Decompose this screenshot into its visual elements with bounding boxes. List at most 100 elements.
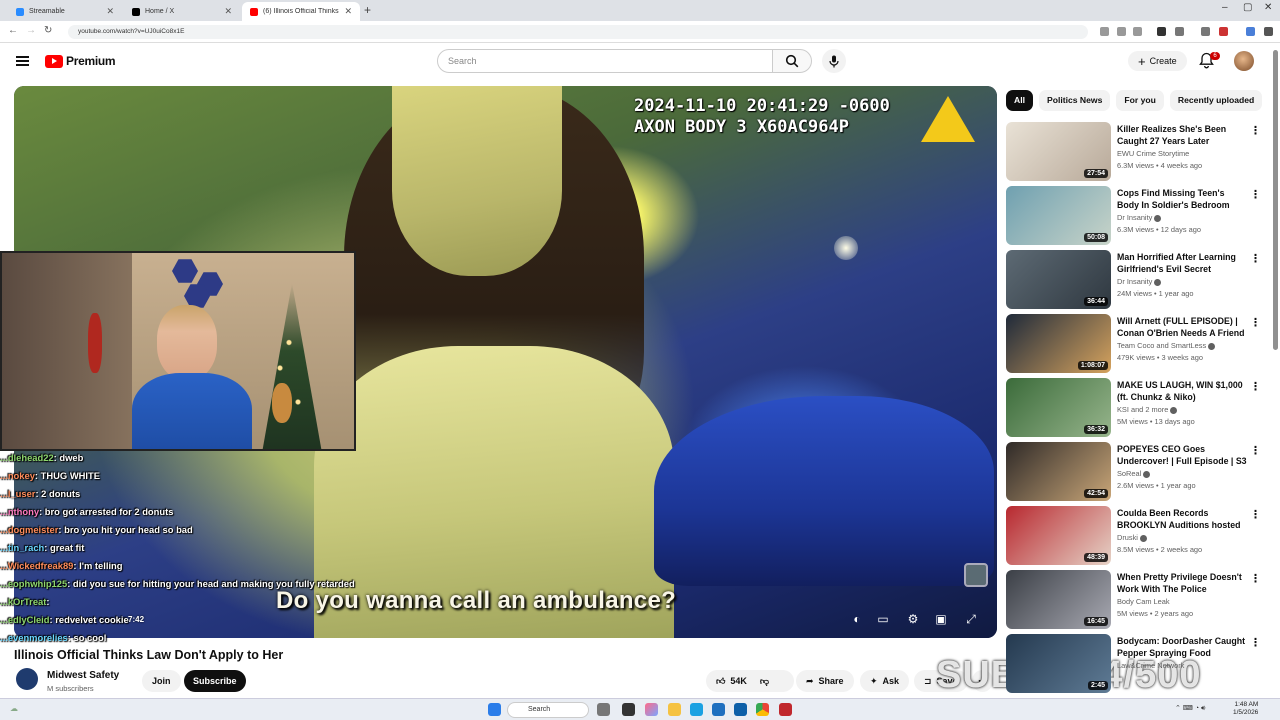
tab-x-home[interactable]: Home / X ✕: [124, 2, 240, 21]
reload-icon[interactable]: ↻: [44, 25, 52, 36]
edge-icon[interactable]: [690, 703, 703, 716]
chat-username[interactable]: ...nokey: [0, 470, 35, 481]
more-options-icon[interactable]: ⋮: [1250, 124, 1261, 137]
video-thumbnail[interactable]: 48:39: [1006, 506, 1111, 565]
recommended-video[interactable]: 1:08:07 Will Arnett (FULL EPISODE) | Cona…: [1006, 314, 1268, 374]
more-options-icon[interactable]: ⋮: [1250, 636, 1261, 649]
tab-youtube-video[interactable]: (6) Illinois Official Thinks La... ✕: [242, 2, 360, 21]
hamburger-menu-icon[interactable]: [16, 56, 29, 66]
system-tray-icons[interactable]: ⌃ ⌨ ◔ 🔊︎: [1175, 704, 1205, 713]
minimize-icon[interactable]: –: [1222, 2, 1228, 13]
puzzle-icon[interactable]: [1175, 27, 1184, 36]
chrome-account-icon[interactable]: [1246, 27, 1255, 36]
recommended-channel[interactable]: Dr Insanity: [1117, 277, 1162, 286]
search-button[interactable]: [772, 49, 812, 73]
recommended-video[interactable]: 50:08 Cops Find Missing Teen's Body In So…: [1006, 186, 1268, 246]
page-scrollbar[interactable]: [1273, 50, 1278, 350]
chat-username[interactable]: ...edlyCleid: [0, 614, 50, 625]
channel-name[interactable]: Midwest Safety: [47, 670, 119, 681]
menu-dots-icon[interactable]: [1264, 27, 1273, 36]
video-thumbnail[interactable]: 1:08:07: [1006, 314, 1111, 373]
store-icon[interactable]: [712, 703, 725, 716]
voice-search-button[interactable]: [822, 49, 846, 73]
close-icon[interactable]: ✕: [106, 6, 114, 17]
recommended-video-title[interactable]: Coulda Been Records BROOKLYN Auditions h…: [1117, 507, 1247, 531]
video-thumbnail[interactable]: 16:45: [1006, 570, 1111, 629]
more-options-icon[interactable]: ⋮: [1250, 508, 1261, 521]
video-thumbnail[interactable]: 50:08: [1006, 186, 1111, 245]
filter-chip[interactable]: Recently uploaded: [1169, 90, 1263, 111]
chrome-icon[interactable]: [756, 703, 769, 716]
chat-username[interactable]: ...evenmorelies: [0, 632, 68, 643]
recommended-video[interactable]: 42:54 POPEYES CEO Goes Undercover! | Full…: [1006, 442, 1268, 502]
taskbar-search[interactable]: Search: [507, 702, 589, 718]
recommended-channel[interactable]: Body Cam Leak: [1117, 597, 1170, 606]
forward-icon[interactable]: →: [26, 25, 36, 36]
video-thumbnail[interactable]: 36:44: [1006, 250, 1111, 309]
autoplay-toggle-icon[interactable]: ◐: [847, 612, 867, 626]
maximize-icon[interactable]: ▢: [1243, 2, 1252, 13]
chat-username[interactable]: ...kOrTreat: [0, 596, 46, 607]
app-icon[interactable]: [779, 703, 792, 716]
close-icon[interactable]: ✕: [344, 6, 352, 17]
recommended-channel[interactable]: SoReal: [1117, 469, 1151, 478]
recommended-video-title[interactable]: Bodycam: DoorDasher Caught Pepper Sprayi…: [1117, 635, 1247, 659]
youtube-premium-logo[interactable]: Premium: [45, 54, 116, 68]
thumbs-up-icon[interactable]: 👍︎: [716, 670, 725, 692]
recommended-video-title[interactable]: Man Horrified After Learning Girlfriend'…: [1117, 251, 1247, 275]
recommended-video[interactable]: 27:54 Killer Realizes She's Been Caught 2…: [1006, 122, 1268, 182]
recommended-video-title[interactable]: POPEYES CEO Goes Undercover! | Full Epis…: [1117, 443, 1247, 467]
video-thumbnail[interactable]: 42:54: [1006, 442, 1111, 501]
fullscreen-icon[interactable]: ⤢: [962, 612, 980, 626]
more-options-icon[interactable]: ⋮: [1250, 380, 1261, 393]
filter-chip[interactable]: For you: [1116, 90, 1164, 111]
chat-username[interactable]: ...Wickedfreak89: [0, 560, 73, 571]
recommended-video[interactable]: 36:44 Man Horrified After Learning Girlfr…: [1006, 250, 1268, 310]
settings-gear-icon[interactable]: ⚙: [904, 612, 922, 626]
share-button[interactable]: ➦ Share: [796, 670, 854, 692]
recommended-video[interactable]: 2:45 Bodycam: DoorDasher Caught Pepper Sp…: [1006, 634, 1268, 694]
join-button[interactable]: Join: [142, 670, 181, 692]
thumbs-down-icon[interactable]: 👎︎: [760, 670, 769, 692]
video-thumbnail[interactable]: 36:32: [1006, 378, 1111, 437]
windows-start-icon[interactable]: [488, 703, 501, 716]
recommended-video[interactable]: 16:45 When Pretty Privilege Doesn't Work …: [1006, 570, 1268, 630]
recommended-video-title[interactable]: When Pretty Privilege Doesn't Work With …: [1117, 571, 1247, 595]
extension-icon[interactable]: [1157, 27, 1166, 36]
taskbar-clock[interactable]: 1:48 AM 1/5/2026: [1233, 701, 1258, 717]
video-thumbnail[interactable]: 2:45: [1006, 634, 1111, 693]
new-tab-button[interactable]: +: [364, 3, 371, 17]
channel-avatar[interactable]: [16, 668, 38, 690]
taskbar-weather-icon[interactable]: ☁: [10, 704, 18, 713]
theater-mode-icon[interactable]: ▣: [932, 612, 950, 626]
bookmark-star-icon[interactable]: [1133, 27, 1142, 36]
mail-icon[interactable]: [734, 703, 747, 716]
zoom-icon[interactable]: [1100, 27, 1109, 36]
chat-username[interactable]: ...nthony: [0, 506, 39, 517]
more-options-icon[interactable]: ⋮: [1250, 316, 1261, 329]
file-explorer-icon[interactable]: [668, 703, 681, 716]
ask-button[interactable]: ✦ Ask: [860, 670, 910, 692]
chat-username[interactable]: ...tin_rach: [0, 542, 44, 553]
video-thumbnail[interactable]: 27:54: [1006, 122, 1111, 181]
recommended-video[interactable]: 48:39 Coulda Been Records BROOKLYN Auditi…: [1006, 506, 1268, 566]
recommended-channel[interactable]: EWU Crime Storytime: [1117, 149, 1189, 158]
more-options-icon[interactable]: ⋮: [1250, 444, 1261, 457]
profile-icon[interactable]: [1219, 27, 1228, 36]
recommended-video-title[interactable]: MAKE US LAUGH, WIN $1,000 (ft. Chunkz & …: [1117, 379, 1247, 403]
like-count[interactable]: 54K: [730, 670, 747, 692]
recommended-channel[interactable]: Druski: [1117, 533, 1147, 542]
tab-streamable[interactable]: Streamable ✕: [8, 2, 122, 21]
chat-username[interactable]: ...eophwhip125: [0, 578, 67, 589]
filter-chip[interactable]: All: [1006, 90, 1033, 111]
recommended-video-title[interactable]: Cops Find Missing Teen's Body In Soldier…: [1117, 187, 1247, 211]
task-view-icon[interactable]: [597, 703, 610, 716]
terminal-icon[interactable]: [622, 703, 635, 716]
recommended-video[interactable]: 36:32 MAKE US LAUGH, WIN $1,000 (ft. Chun…: [1006, 378, 1268, 438]
recommended-video-title[interactable]: Will Arnett (FULL EPISODE) | Conan O'Bri…: [1117, 315, 1247, 339]
recommended-video-title[interactable]: Killer Realizes She's Been Caught 27 Yea…: [1117, 123, 1247, 147]
chat-username[interactable]: ...l_user: [0, 488, 35, 499]
captions-icon[interactable]: ▭: [874, 612, 892, 626]
filter-chip[interactable]: Politics News: [1038, 90, 1111, 111]
copilot-icon[interactable]: [645, 703, 658, 716]
